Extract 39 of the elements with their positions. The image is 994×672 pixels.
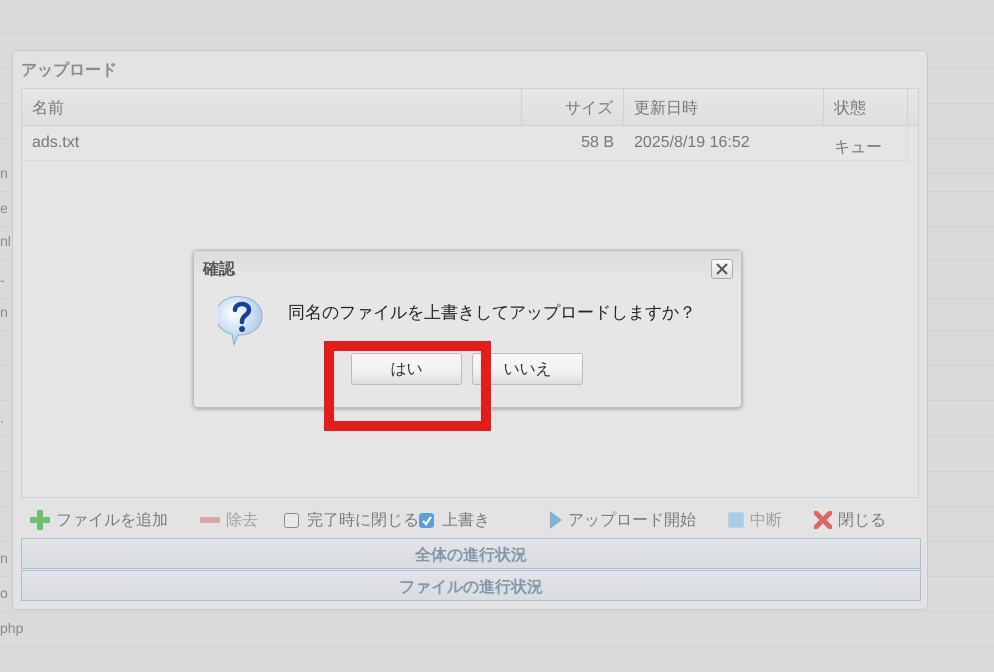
dialog-button[interactable]: はい <box>351 353 462 385</box>
close-icon <box>715 262 729 276</box>
checkbox[interactable] <box>284 512 299 528</box>
dialog-message: 同名のファイルを上書きしてアップロードしますか？ <box>288 302 696 324</box>
file-name-fragment: - <box>0 272 5 288</box>
column-header[interactable]: 名前 <box>22 89 522 125</box>
table-cell-text: キュー <box>833 138 883 158</box>
table-row[interactable]: ads.txt 58 B 2025/8/19 16:52 キュー <box>22 126 908 161</box>
column-header[interactable]: 状態 <box>824 89 908 125</box>
column-header[interactable]: 更新日時 <box>624 89 824 125</box>
dialog-title: 確認 <box>203 259 235 280</box>
checkbox[interactable] <box>419 512 434 528</box>
column-header[interactable]: サイズ <box>522 89 624 125</box>
dialog-title: アップロード <box>21 60 117 80</box>
plus-icon <box>30 510 50 530</box>
table-cell-text: 2025/8/19 16:52 <box>633 133 751 153</box>
table-cell-text: ads.txt <box>31 133 80 153</box>
checkbox-label[interactable]: 上書き <box>442 510 490 530</box>
file-name-fragment: n <box>0 304 8 320</box>
file-name-fragment: nl <box>0 233 11 249</box>
checkbox-label[interactable]: 完了時に閉じる <box>307 510 419 530</box>
progress-label: ファイルの進行状況 <box>399 579 543 596</box>
file-name-fragment: . <box>0 410 4 426</box>
close-icon <box>814 511 832 529</box>
minus-icon <box>200 515 220 525</box>
stop-icon <box>728 512 744 528</box>
file-name-fragment: php <box>0 620 24 636</box>
file-name-fragment: n <box>0 165 8 181</box>
dialog-button[interactable]: いいえ <box>472 353 583 385</box>
file-name-fragment: e <box>0 200 8 216</box>
progress-label: 全体の進行状況 <box>415 547 527 564</box>
toolbar-button[interactable]: アップロード開始 <box>550 510 696 530</box>
file-name-fragment: o <box>0 585 8 601</box>
close-button[interactable] <box>711 259 733 279</box>
play-icon <box>550 511 562 529</box>
toolbar-button[interactable]: 閉じる <box>814 510 886 530</box>
file-name-fragment: n <box>0 550 8 566</box>
toolbar-button[interactable]: ファイルを追加 <box>30 510 168 530</box>
table-cell-text: 58 B <box>580 133 615 153</box>
